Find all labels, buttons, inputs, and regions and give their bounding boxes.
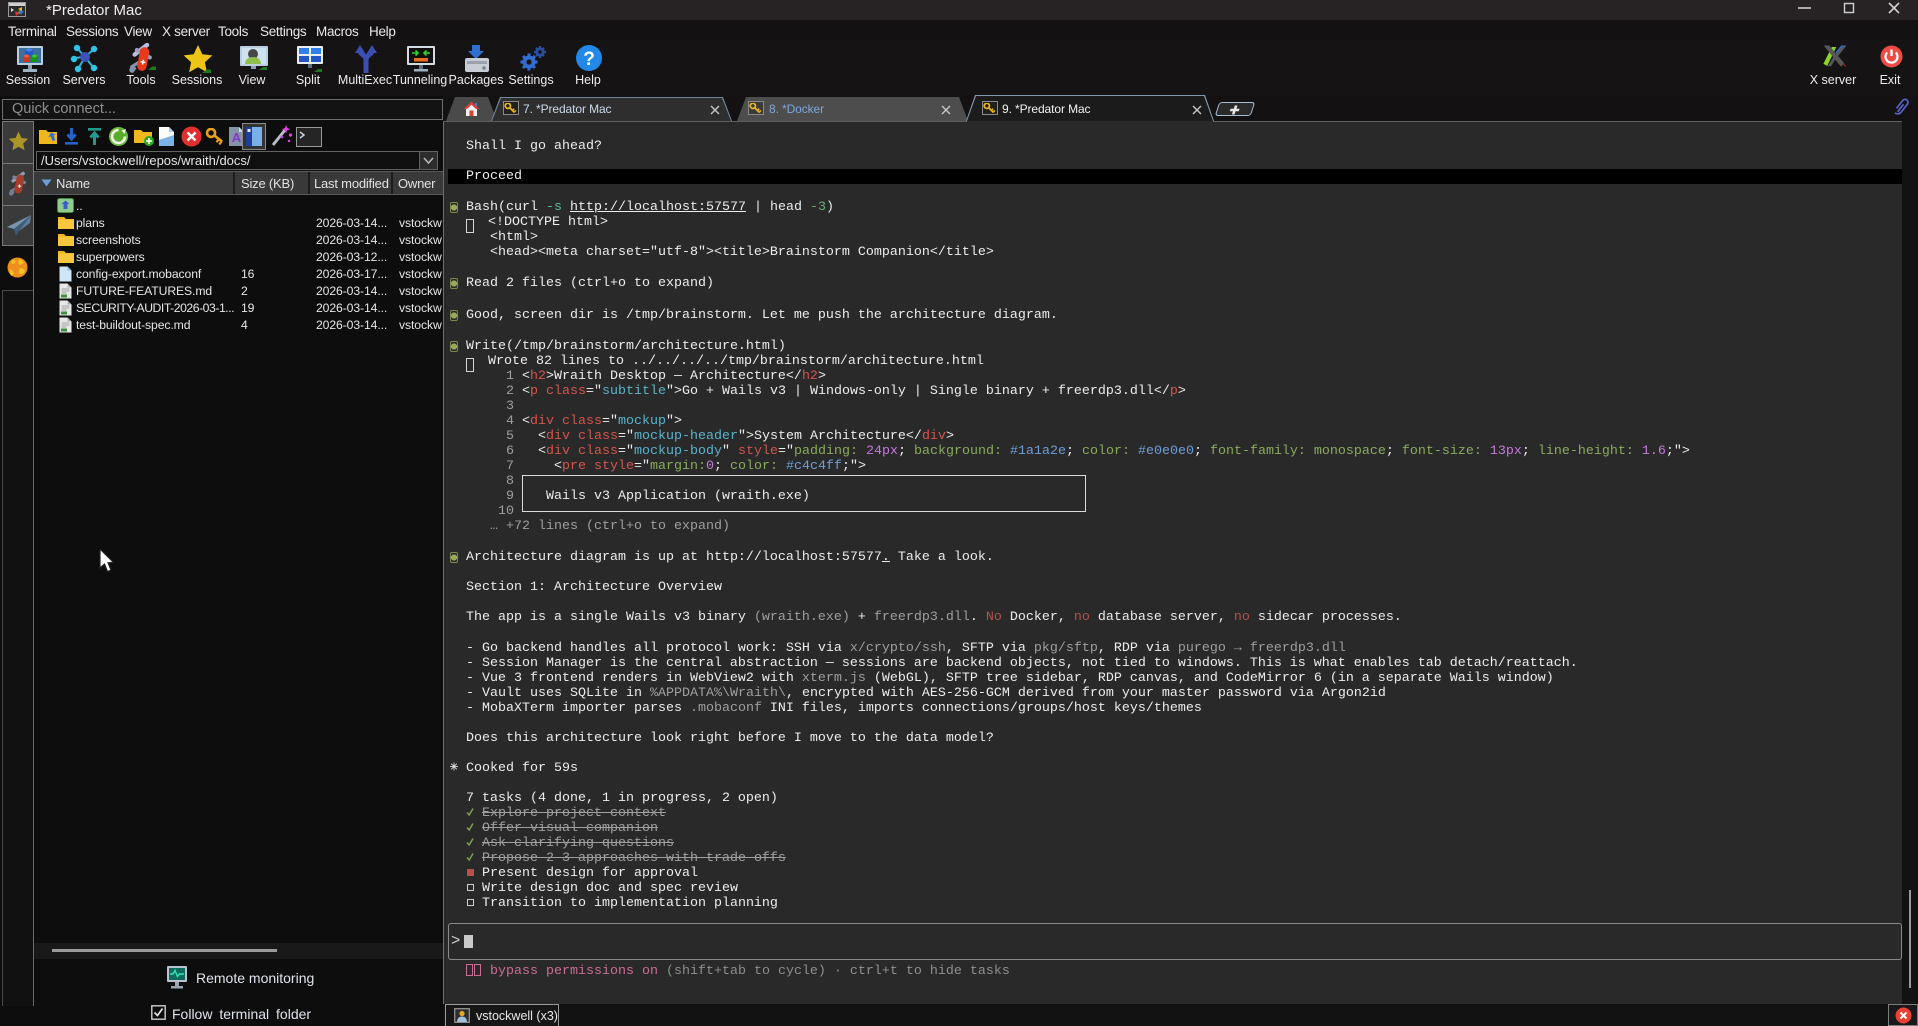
svg-text:?: ? [583, 49, 595, 70]
svg-text:A: A [232, 130, 242, 145]
